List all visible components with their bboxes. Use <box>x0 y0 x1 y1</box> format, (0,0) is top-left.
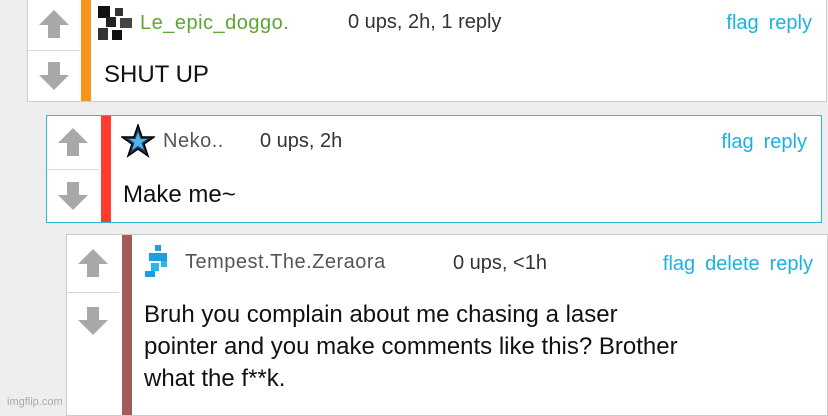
comment-text: Make me~ <box>123 181 236 208</box>
comment-text-line: what the f**k. <box>144 365 286 392</box>
comment-text-line: pointer and you make comments like this?… <box>144 333 678 360</box>
thread-bar <box>101 116 111 222</box>
comment-text: Bruh you complain about me chasing a las… <box>144 299 678 395</box>
username[interactable]: Tempest.The.Zeraora <box>185 251 386 274</box>
down-arrow-icon <box>58 181 88 210</box>
comment-text: SHUT UP <box>104 61 209 88</box>
reply-link[interactable]: reply <box>769 12 812 35</box>
comment-tempest: Tempest.The.Zeraora 0 ups, <1h flag dele… <box>66 234 828 416</box>
author-row: Neko.. <box>121 124 224 158</box>
downvote-button[interactable] <box>47 168 99 223</box>
comment-text-line: Bruh you complain about me chasing a las… <box>144 301 618 328</box>
up-arrow-icon <box>39 10 69 39</box>
flag-link[interactable]: flag <box>663 253 695 276</box>
comment-actions: flag reply <box>726 12 812 35</box>
flag-link[interactable]: flag <box>726 12 758 35</box>
reply-link[interactable]: reply <box>764 131 807 154</box>
down-arrow-icon <box>39 61 69 90</box>
imgflip-watermark: imgflip.com <box>7 396 63 408</box>
vote-column <box>67 235 119 349</box>
comment-le-epic-doggo: Le_epic_doggo. 0 ups, 2h, 1 reply flag r… <box>27 0 827 102</box>
delete-link[interactable]: delete <box>705 253 760 276</box>
upvote-button[interactable] <box>67 235 119 292</box>
comment-meta: 0 ups, 2h <box>260 130 343 152</box>
checker-pixel-avatar[interactable] <box>98 6 132 40</box>
thread-bar <box>81 0 91 101</box>
vote-column <box>47 116 99 222</box>
up-arrow-icon <box>78 249 108 278</box>
reply-link[interactable]: reply <box>770 253 813 276</box>
flag-link[interactable]: flag <box>721 131 753 154</box>
blue-pixel-avatar[interactable] <box>143 245 177 279</box>
vote-column <box>28 0 80 101</box>
comment-actions: flag delete reply <box>663 253 813 276</box>
comment-neko: Neko.. 0 ups, 2h flag reply Make me~ <box>46 115 822 223</box>
upvote-button[interactable] <box>47 116 99 169</box>
thread-bar <box>122 235 132 415</box>
blue-star-avatar[interactable] <box>121 124 155 158</box>
comment-meta: 0 ups, 2h, 1 reply <box>348 11 502 33</box>
comment-actions: flag reply <box>721 131 807 154</box>
username[interactable]: Neko.. <box>163 130 224 153</box>
author-row: Le_epic_doggo. <box>98 6 289 40</box>
comment-meta: 0 ups, <1h <box>453 252 547 274</box>
downvote-button[interactable] <box>67 291 119 350</box>
down-arrow-icon <box>78 306 108 335</box>
up-arrow-icon <box>58 128 88 157</box>
author-row: Tempest.The.Zeraora <box>143 245 386 279</box>
downvote-button[interactable] <box>28 49 80 102</box>
upvote-button[interactable] <box>28 0 80 50</box>
username[interactable]: Le_epic_doggo. <box>140 12 289 35</box>
